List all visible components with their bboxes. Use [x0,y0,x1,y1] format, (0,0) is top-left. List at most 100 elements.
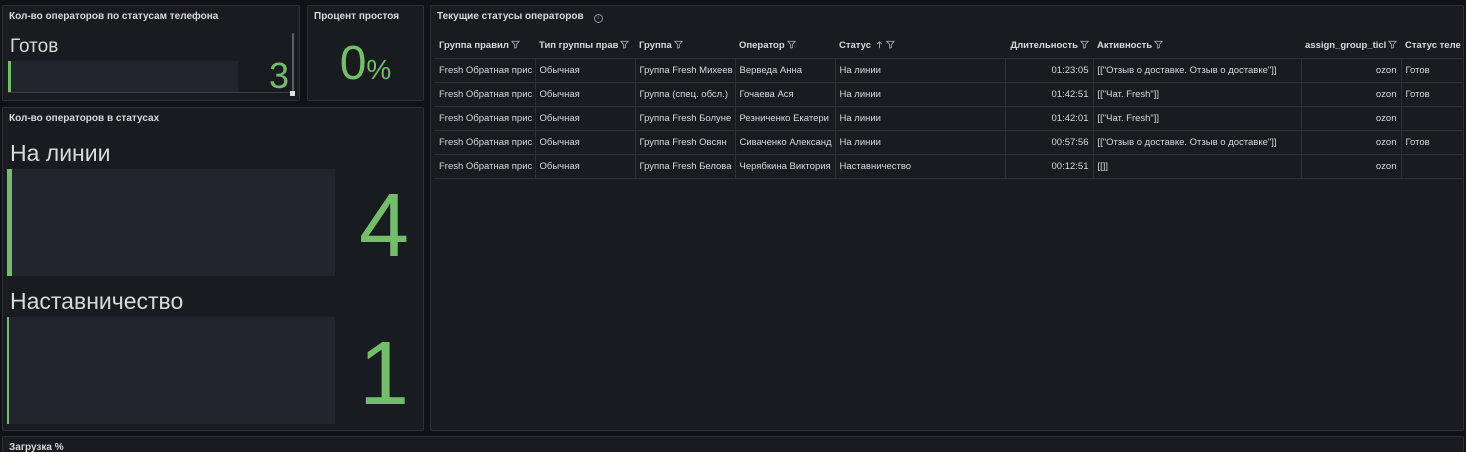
table-cell: Fresh Обратная прис [435,106,536,131]
column-header[interactable]: Тип группы прав [535,34,635,59]
column-header-label: Группа [639,40,672,52]
panel-title[interactable]: Загрузка % [9,442,64,452]
gauge-fill [7,169,12,276]
table-body: Fresh Обратная прис Обычная Группа Fresh М… [435,58,1463,179]
table-cell: Резниченко Екатери [735,106,836,131]
stat-number: 0 [339,37,367,90]
panel-title[interactable]: Процент простоя [314,11,399,22]
table-cell: 00:57:56 [1005,130,1094,155]
filter-icon[interactable] [886,40,896,49]
gauge-track [7,169,335,276]
column-header-label: Группа правил [439,40,509,52]
sort-asc-icon[interactable] [875,40,884,49]
table-cell: Гочаева Ася [735,82,836,107]
table-cell: На линии [835,130,1006,155]
table-cell: 01:42:51 [1005,82,1094,107]
filter-icon[interactable] [1080,40,1089,49]
filter-icon[interactable] [673,40,683,49]
gauge-track [8,61,238,92]
panel-phone-statuses: Кол-во операторов по статусам телефона Г… [2,5,300,101]
table-cell: ozon [1301,106,1402,131]
table-row[interactable]: Fresh Обратная прис Обычная Группа Fresh М… [435,58,1463,83]
filter-icon[interactable] [786,40,796,49]
table-cell [1401,154,1463,179]
panel-title[interactable]: Кол-во операторов по статусам телефона [9,11,218,22]
table-cell: [["Отзыв о доставке. Отзыв о доставке"]] [1093,58,1302,83]
table-cell: Группа Fresh Михеев [635,58,736,83]
table-cell: На линии [835,82,1006,107]
table-cell: Группа Fresh Болуне [635,106,736,131]
scrollbar[interactable] [292,33,294,91]
panel-operators-table: Текущие статусы операторов i Группа прави… [430,5,1464,431]
panel-load-percent: Загрузка % [2,436,1464,452]
table-row[interactable]: Fresh Обратная прис Обычная Группа (спец. … [435,82,1463,107]
table-cell: [[]] [1093,154,1302,179]
gauge-baseline [8,92,290,93]
column-header[interactable]: Оператор [735,34,835,59]
table-cell: Готов [1401,58,1463,83]
panel-idle-percent: Процент простоя 0% [307,5,424,101]
column-header-label: Активность [1097,40,1153,52]
gauge-track [7,317,335,424]
table-cell: Сиваченко Александ [735,130,836,155]
table-cell: Наставничество [835,154,1006,179]
column-header[interactable]: assign_group_ticl [1301,34,1401,59]
filter-icon[interactable] [1462,40,1464,49]
table-cell: [["Чат. Fresh"]] [1093,82,1302,107]
panel-title[interactable]: Текущие статусы операторов i [437,11,603,23]
gauge-value: 4 [358,176,409,276]
filter-icon[interactable] [510,40,520,49]
gauge-fill [7,317,9,424]
stat-value: 0% [308,36,423,91]
gauge-label: Готов [10,36,59,57]
column-header[interactable]: Статус [835,34,1005,59]
table-cell: ozon [1301,82,1402,107]
table-cell: [["Отзыв о доставке. Отзыв о доставке"]] [1093,130,1302,155]
table-cell [1401,106,1463,131]
table-cell: Fresh Обратная прис [435,58,536,83]
table-cell: Готов [1401,82,1463,107]
column-header[interactable]: Группа [635,34,735,59]
gauge-value: 3 [268,55,289,96]
column-header[interactable]: Длительность [1005,34,1093,59]
gauge-value: 1 [358,324,409,424]
table-cell: ozon [1301,58,1402,83]
gauge-fill [8,61,11,92]
table-cell: Обычная [535,106,636,131]
table-cell: Обычная [535,58,636,83]
table-cell: 01:23:05 [1005,58,1094,83]
column-header[interactable]: Статус теле [1401,34,1464,59]
resize-handle[interactable] [290,91,295,96]
table-cell: 00:12:51 [1005,154,1094,179]
operators-table: Группа правил Тип группы прав Группа Операт… [435,34,1464,179]
table-cell: На линии [835,58,1006,83]
table-row[interactable]: Fresh Обратная прис Обычная Группа Fresh Б… [435,106,1463,131]
table-row[interactable]: Fresh Обратная прис Обычная Группа Fresh Б… [435,154,1463,179]
stat-unit: % [366,54,392,85]
table-row[interactable]: Fresh Обратная прис Обычная Группа Fresh О… [435,130,1463,155]
column-header[interactable]: Активность [1093,34,1301,59]
gauge-label: На линии [10,140,111,166]
filter-icon[interactable] [1154,40,1164,49]
info-icon[interactable]: i [593,14,603,23]
table-cell: Верведа Анна [735,58,836,83]
table-cell: Готов [1401,130,1463,155]
table-cell: Обычная [535,154,636,179]
gauge-label: Наставничество [10,288,184,314]
column-header-label: Статус теле [1405,40,1461,52]
column-header-label: assign_group_ticl [1305,40,1387,52]
filter-icon[interactable] [1388,40,1398,49]
column-header[interactable]: Группа правил [435,34,535,59]
table-cell: Группа Fresh Овсян [635,130,736,155]
column-header-label: Оператор [739,40,785,52]
filter-icon[interactable] [620,40,630,49]
table-cell: ozon [1301,130,1402,155]
table-cell: ozon [1301,154,1402,179]
table-cell: Обычная [535,130,636,155]
panel-operator-statuses: Кол-во операторов в статусах На линии 4 … [2,107,424,431]
table-cell: Обычная [535,82,636,107]
table-cell: На линии [835,106,1006,131]
panel-title-text: Текущие статусы операторов [437,11,584,22]
panel-title[interactable]: Кол-во операторов в статусах [9,113,159,124]
column-header-label: Статус [839,40,872,52]
